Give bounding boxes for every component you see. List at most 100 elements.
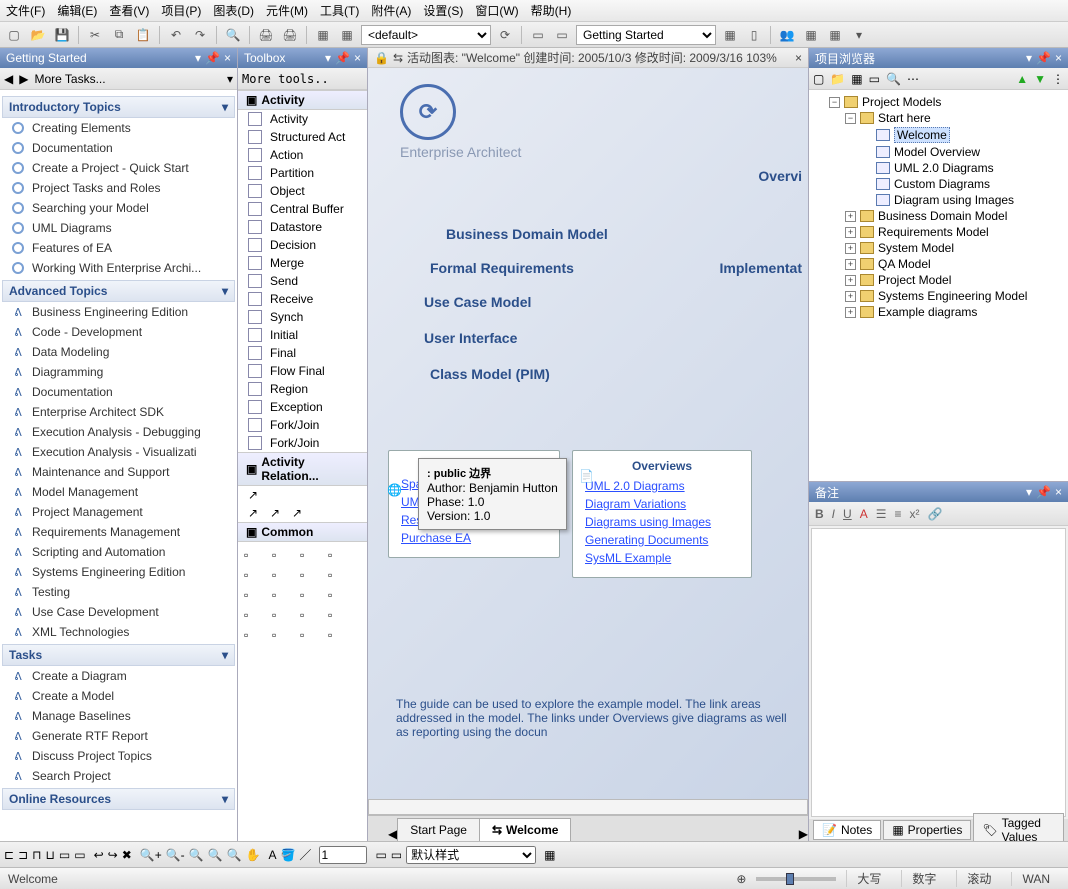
- expander[interactable]: +: [845, 275, 856, 286]
- open-button[interactable]: 📂: [28, 25, 48, 45]
- common-tool[interactable]: ▫: [328, 568, 350, 582]
- undo-button[interactable]: ↶: [166, 25, 186, 45]
- menu-project[interactable]: 项目(P): [161, 2, 201, 19]
- pin2-icon[interactable]: 📌: [1036, 51, 1051, 65]
- expander[interactable]: +: [845, 307, 856, 318]
- layout-button-2[interactable]: ▭: [552, 25, 572, 45]
- more-tools-link[interactable]: More tools..: [242, 72, 329, 86]
- toolbox-item[interactable]: Synch: [238, 308, 367, 326]
- default-combo[interactable]: <default>: [361, 25, 491, 45]
- gs-item[interactable]: ᕕProject Management: [2, 502, 235, 522]
- gs-item[interactable]: ᕕXML Technologies: [2, 622, 235, 642]
- fwd-button[interactable]: ▶: [19, 72, 28, 86]
- gs-item[interactable]: ᕕSearch Project: [2, 766, 235, 786]
- close-icon[interactable]: ×: [1055, 51, 1062, 65]
- print-preview-button[interactable]: 🖨: [280, 25, 300, 45]
- view-button-2[interactable]: ▯: [744, 25, 764, 45]
- pin2-icon[interactable]: 📌: [205, 51, 220, 65]
- menu-edit[interactable]: 编辑(E): [57, 2, 97, 19]
- toolbox-item[interactable]: Send: [238, 272, 367, 290]
- expander[interactable]: +: [845, 211, 856, 222]
- pin2-icon[interactable]: 📌: [335, 51, 350, 65]
- gs-item[interactable]: ᕕExecution Analysis - Visualizati: [2, 442, 235, 462]
- tree-item[interactable]: Project Model: [878, 273, 951, 287]
- heading-classmodel[interactable]: Class Model (PIM): [430, 366, 550, 382]
- common-tool[interactable]: ▫: [300, 608, 322, 622]
- pb-up[interactable]: ▲: [1016, 72, 1028, 86]
- dropdown-button[interactable]: ▾: [227, 72, 233, 86]
- pin2-icon[interactable]: 📌: [1036, 485, 1051, 499]
- heading-overview[interactable]: Overvi: [758, 168, 802, 184]
- bold-button[interactable]: B: [815, 507, 824, 521]
- tab-close-icon[interactable]: ×: [795, 51, 802, 65]
- toolbox-item[interactable]: Flow Final: [238, 362, 367, 380]
- gs-item[interactable]: ᕕDiscuss Project Topics: [2, 746, 235, 766]
- heading-implementation[interactable]: Implementat: [720, 260, 802, 276]
- gs-item[interactable]: Features of EA: [2, 238, 235, 258]
- more-tasks-link[interactable]: More Tasks...: [34, 72, 221, 86]
- menu-addins[interactable]: 附件(A): [371, 2, 411, 19]
- toolbox-item[interactable]: Final: [238, 344, 367, 362]
- italic-button[interactable]: I: [832, 507, 835, 521]
- notes-textarea[interactable]: [811, 528, 1066, 817]
- pin-icon[interactable]: ▾: [1026, 485, 1032, 499]
- font-btn[interactable]: A: [268, 848, 276, 862]
- common-tool[interactable]: ▫: [300, 548, 322, 562]
- element-ops-button[interactable]: ▦: [337, 25, 357, 45]
- tab-welcome[interactable]: ⇆Welcome: [479, 818, 572, 841]
- common-tool[interactable]: ▫: [328, 588, 350, 602]
- cut-button[interactable]: ✂: [85, 25, 105, 45]
- section-advanced-topics[interactable]: Advanced Topics▾: [2, 280, 235, 302]
- toolbox-item[interactable]: Action: [238, 146, 367, 164]
- expander[interactable]: +: [845, 259, 856, 270]
- toolbox-cat-activity[interactable]: ▣ Activity: [238, 90, 367, 110]
- gs-item[interactable]: Working With Enterprise Archi...: [2, 258, 235, 278]
- heading-business-domain[interactable]: Business Domain Model: [446, 226, 608, 242]
- menu-window[interactable]: 窗口(W): [475, 2, 518, 19]
- expander[interactable]: −: [829, 97, 840, 108]
- toolbox-item[interactable]: Datastore: [238, 218, 367, 236]
- tab-start-page[interactable]: Start Page: [397, 818, 480, 841]
- new-button[interactable]: ▢: [4, 25, 24, 45]
- toolbox-item[interactable]: Fork/Join: [238, 416, 367, 434]
- line-width-combo[interactable]: [319, 846, 367, 864]
- style-copy[interactable]: ▭: [375, 848, 386, 862]
- refresh-button[interactable]: ⟳: [495, 25, 515, 45]
- tree-item[interactable]: Business Domain Model: [878, 209, 1007, 223]
- menu-help[interactable]: 帮助(H): [531, 2, 572, 19]
- gs-item[interactable]: ᕕDiagramming: [2, 362, 235, 382]
- common-tool[interactable]: ▫: [244, 568, 266, 582]
- pb-pkg[interactable]: 📁: [830, 72, 845, 86]
- menu-bar[interactable]: 文件(F) 编辑(E) 查看(V) 项目(P) 图表(D) 元件(M) 工具(T…: [0, 0, 1068, 22]
- team-button[interactable]: 👥: [777, 25, 797, 45]
- toolbox-cat-common[interactable]: ▣ Common: [238, 522, 367, 542]
- zoom-100[interactable]: 🔍: [208, 848, 223, 862]
- menu-view[interactable]: 查看(V): [109, 2, 149, 19]
- sup-button[interactable]: x²: [909, 507, 919, 521]
- close-icon[interactable]: ×: [224, 51, 231, 65]
- link-gen-docs[interactable]: Generating Documents: [585, 533, 739, 547]
- bring-front[interactable]: ↪: [108, 848, 118, 862]
- heading-formal-reqs[interactable]: Formal Requirements: [430, 260, 574, 276]
- project-tree[interactable]: −Project Models −Start here WelcomeModel…: [809, 90, 1068, 481]
- zoom-slider[interactable]: [756, 877, 836, 881]
- common-tool[interactable]: ▫: [272, 548, 294, 562]
- toolbox-item[interactable]: Receive: [238, 290, 367, 308]
- menu-diagram[interactable]: 图表(D): [213, 2, 254, 19]
- view-button-1[interactable]: ▦: [720, 25, 740, 45]
- element-props-button[interactable]: ▦: [313, 25, 333, 45]
- common-tool[interactable]: ▫: [328, 608, 350, 622]
- tree-start-here[interactable]: Start here: [878, 111, 931, 125]
- gs-item[interactable]: Documentation: [2, 138, 235, 158]
- toolbox-rel-1[interactable]: ↗: [238, 486, 367, 504]
- style-paste[interactable]: ▭: [391, 848, 402, 862]
- align-btn-4[interactable]: ⊔: [46, 848, 55, 862]
- toolbox-item[interactable]: Structured Act: [238, 128, 367, 146]
- heading-ui[interactable]: User Interface: [424, 330, 517, 346]
- tree-item[interactable]: QA Model: [878, 257, 931, 271]
- layer-btn-1[interactable]: ▭: [59, 848, 70, 862]
- fill-btn[interactable]: 🪣: [280, 848, 295, 862]
- toolbox-item[interactable]: Initial: [238, 326, 367, 344]
- pb-search[interactable]: 🔍: [886, 72, 901, 86]
- common-tool[interactable]: ▫: [328, 548, 350, 562]
